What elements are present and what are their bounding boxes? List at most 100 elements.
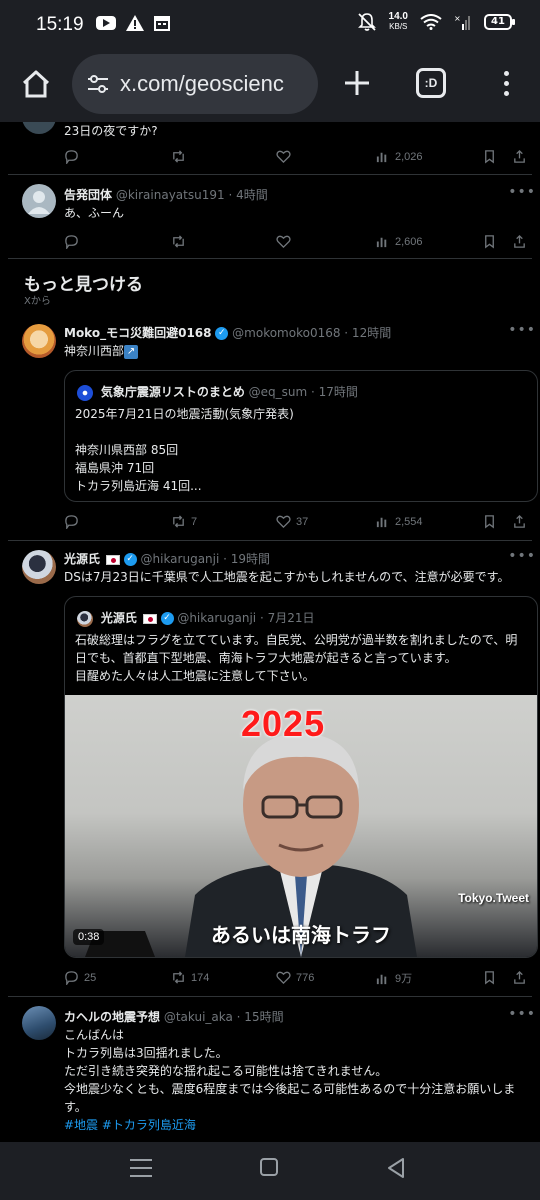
heart-icon [276, 971, 291, 985]
heart-icon [276, 515, 291, 529]
reply-count: 25 [84, 971, 97, 984]
tweet-header: 光源氏 ✓ @hikaruganji · 19時間 [64, 550, 270, 567]
like-button[interactable] [276, 234, 291, 249]
tweet-header: カヘルの地震予想 @takui_aka · 15時間 [64, 1008, 284, 1025]
video-duration: 0:38 [73, 929, 105, 945]
bookmark-icon [485, 150, 494, 164]
more-options-icon[interactable]: ••• [508, 548, 536, 564]
bookmark-button[interactable] [482, 514, 497, 529]
share-icon [514, 970, 525, 984]
author-handle-time: @takui_aka · 15時間 [163, 1010, 284, 1024]
share-button[interactable] [512, 234, 527, 249]
home-icon[interactable] [20, 68, 52, 100]
system-navigation-bar [0, 1142, 540, 1200]
repost-icon [173, 150, 184, 163]
timeline-feed[interactable]: 23日の夜ですか? 2,026 告発団体 @kirainayatsu191 · … [0, 122, 540, 1142]
japan-flag-icon [105, 554, 120, 565]
up-right-arrow-icon: ↗ [124, 344, 139, 359]
reply-button[interactable] [64, 514, 79, 529]
bookmark-button[interactable] [482, 970, 497, 985]
bookmark-button[interactable] [482, 234, 497, 249]
repost-button[interactable]: 7 [171, 514, 197, 529]
quoted-avatar [77, 610, 93, 627]
bookmark-icon [485, 971, 494, 985]
reply-button[interactable] [64, 234, 79, 249]
reply-button[interactable]: 25 [64, 970, 96, 985]
share-button[interactable] [512, 514, 527, 529]
back-icon[interactable] [386, 1157, 406, 1179]
verified-badge-icon: ✓ [123, 553, 137, 566]
warning-icon [126, 15, 144, 31]
video-channel-watermark: Tokyo.Tweet [458, 891, 529, 905]
tweet-actions: 2,026 [64, 149, 534, 165]
author-name[interactable]: 告発団体 [64, 188, 112, 202]
repost-button[interactable] [171, 234, 186, 249]
verified-badge-icon: ✓ [160, 612, 174, 625]
repost-button[interactable] [171, 149, 186, 164]
share-button[interactable] [512, 149, 527, 164]
views-button[interactable]: 2,606 [375, 234, 423, 249]
tweet-actions: 25 174 776 9万 [64, 970, 534, 986]
address-bar[interactable]: x.com/geoscienc [72, 54, 318, 114]
repost-button[interactable]: 174 [171, 970, 209, 985]
avatar[interactable] [22, 324, 56, 358]
home-button-icon[interactable] [260, 1158, 278, 1176]
share-button[interactable] [512, 970, 527, 985]
quoted-author-name: 光源氏 [100, 611, 137, 625]
tweet-hashtags[interactable]: #地震 #トカラ列島近海 [64, 1116, 196, 1134]
avatar[interactable] [22, 550, 56, 584]
default-avatar-icon[interactable] [22, 184, 56, 218]
views-count: 9万 [395, 973, 413, 985]
reply-button[interactable] [64, 149, 79, 164]
more-options-icon[interactable]: ••• [508, 184, 536, 200]
like-count: 776 [296, 971, 315, 984]
network-speed-value: 14.0 [388, 11, 408, 22]
new-tab-icon[interactable] [340, 66, 374, 100]
views-count: 2,026 [395, 150, 423, 163]
quoted-tweet-header: 気象庁震源リストのまとめ @eq_sum · 17時間 [77, 383, 358, 401]
views-button[interactable]: 2,554 [375, 514, 423, 529]
views-icon [376, 517, 387, 528]
tweet-actions: 7 37 2,554 [64, 514, 534, 530]
browser-menu-icon[interactable] [496, 68, 516, 100]
views-icon [376, 152, 387, 163]
like-button[interactable]: 776 [276, 970, 314, 985]
quoted-tweet-text: 石破総理はフラグを立てています。自民党、公明党が過半数を割れましたので、明日でも… [75, 633, 518, 683]
views-button[interactable]: 2,026 [375, 149, 423, 164]
like-button[interactable] [276, 149, 291, 164]
quoted-author-handle-time: @hikaruganji · 7月21日 [177, 611, 315, 625]
avatar[interactable] [22, 1006, 56, 1040]
tab-switcher-button[interactable]: :D [416, 68, 446, 98]
quoted-tweet[interactable]: 光源氏 ✓ @hikaruganji · 7月21日 石破総理はフラグを立ててい… [64, 596, 538, 958]
recent-apps-icon[interactable] [130, 1159, 152, 1179]
views-count: 2,606 [395, 235, 423, 248]
signal-icon: × [454, 14, 470, 30]
author-name[interactable]: 光源氏 [64, 552, 100, 566]
avatar[interactable] [22, 122, 56, 134]
repost-icon [173, 515, 184, 528]
battery-indicator: 41 [484, 14, 515, 30]
author-handle-time: @mokomoko0168 · 12時間 [232, 326, 392, 340]
more-options-icon[interactable]: ••• [508, 1006, 536, 1022]
wifi-icon [420, 14, 442, 30]
verified-badge-icon: ✓ [215, 327, 229, 340]
network-speed-unit: KB/S [389, 22, 408, 31]
youtube-icon [96, 16, 116, 30]
quoted-avatar [77, 384, 93, 401]
like-count: 37 [296, 515, 309, 528]
divider [8, 996, 532, 997]
site-settings-icon[interactable] [86, 73, 110, 95]
more-options-icon[interactable]: ••• [508, 322, 536, 338]
author-name[interactable]: カヘルの地震予想 [64, 1010, 160, 1024]
bookmark-button[interactable] [482, 149, 497, 164]
section-subtitle: Xから [24, 296, 51, 307]
author-name[interactable]: Moko_モコ災難回避0168 [64, 326, 212, 340]
like-button[interactable]: 37 [276, 514, 308, 529]
reply-icon [65, 971, 78, 985]
views-button[interactable]: 9万 [375, 970, 412, 986]
share-icon [514, 514, 525, 528]
quoted-tweet[interactable]: 気象庁震源リストのまとめ @eq_sum · 17時間 2025年7月21日の地… [64, 370, 538, 502]
video-player[interactable]: 2025 Tokyo.Tweet あるいは南海トラフ 0:38 [65, 695, 537, 957]
tweet-text: 神奈川西部 ↗ [64, 342, 139, 360]
repost-icon [173, 971, 184, 984]
